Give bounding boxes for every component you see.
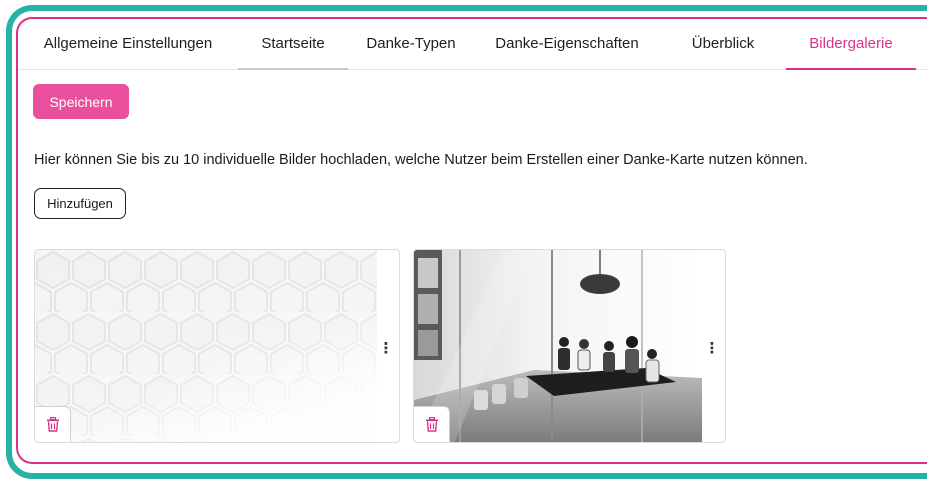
tab-bar: Allgemeine Einstellungen Startseite Dank… [18, 19, 927, 70]
gallery-description: Hier können Sie bis zu 10 individuelle B… [34, 152, 808, 168]
delete-image-button[interactable] [35, 406, 71, 442]
gallery-image-card: ⋮ [413, 249, 726, 443]
settings-panel: Allgemeine Einstellungen Startseite Dank… [16, 17, 927, 464]
tab-bildergalerie[interactable]: Bildergalerie [786, 19, 916, 70]
office-meeting-image [414, 250, 702, 442]
image-menu-kebab-icon[interactable]: ⋮ [379, 336, 394, 360]
tab-ueberblick[interactable]: Überblick [660, 19, 786, 69]
tab-danke-eigenschaften[interactable]: Danke-Eigenschaften [474, 19, 660, 69]
trash-icon [425, 417, 438, 432]
image-menu-kebab-icon[interactable]: ⋮ [705, 336, 720, 360]
trash-icon [46, 417, 59, 432]
hexagon-pattern-image [35, 250, 377, 442]
tab-startseite[interactable]: Startseite [238, 19, 348, 70]
tab-danke-typen[interactable]: Danke-Typen [348, 19, 474, 69]
tab-allgemeine-einstellungen[interactable]: Allgemeine Einstellungen [18, 19, 238, 69]
delete-image-button[interactable] [414, 406, 450, 442]
gallery-image-card: ⋮ [34, 249, 400, 443]
add-image-button[interactable]: Hinzufügen [34, 188, 126, 219]
save-button[interactable]: Speichern [33, 84, 129, 119]
